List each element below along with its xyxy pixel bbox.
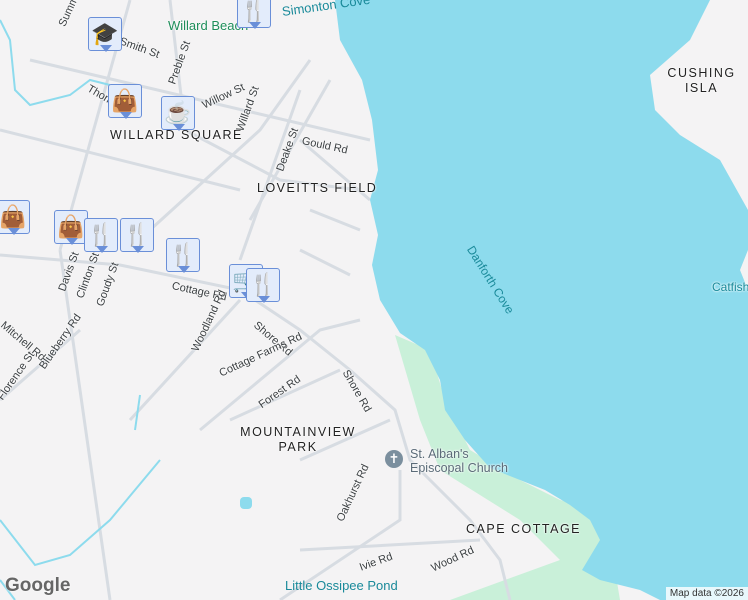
area-loveitts-field: LOVEITTS FIELD xyxy=(257,181,378,195)
pond xyxy=(240,497,252,509)
shopping-bag-icon: 👜 xyxy=(57,214,85,239)
area-cushing-island: CUSHING ISLA xyxy=(667,66,736,95)
shopping-pin[interactable]: 👜 xyxy=(0,200,30,235)
restaurant-icon: 🍴 xyxy=(249,272,277,297)
restaurant-pin[interactable]: 🍴 xyxy=(166,238,200,273)
restaurant-pin[interactable]: 🍴 xyxy=(237,0,271,29)
map-attribution[interactable]: Map data ©2026 xyxy=(665,587,748,600)
restaurant-icon: 🍴 xyxy=(240,0,268,23)
shopping-pin[interactable]: 👜 xyxy=(54,210,88,245)
water-label-little-ossipee-pond: Little Ossipee Pond xyxy=(285,578,398,593)
church-icon[interactable]: ✝ xyxy=(385,450,403,468)
google-logo: Google xyxy=(5,575,71,596)
shopping-pin[interactable]: 👜 xyxy=(108,84,142,119)
area-cape-cottage: CAPE COTTAGE xyxy=(466,522,582,536)
shopping-bag-icon: 👜 xyxy=(0,204,27,229)
poi-church[interactable]: St. Alban's Episcopal Church xyxy=(410,447,525,475)
poi-catfish: Catfish xyxy=(712,280,748,294)
restaurant-pin[interactable]: 🍴 xyxy=(246,268,280,303)
area-mountainview-park: MOUNTAINVIEW PARK xyxy=(240,425,356,454)
shopping-bag-icon: 👜 xyxy=(111,88,139,113)
school-pin[interactable]: 🎓 xyxy=(88,17,122,52)
restaurant-icon: 🍴 xyxy=(169,242,197,267)
restaurant-pin[interactable]: 🍴 xyxy=(84,218,118,253)
cafe-icon: ☕ xyxy=(164,100,192,125)
restaurant-pin[interactable]: 🍴 xyxy=(120,218,154,253)
school-icon: 🎓 xyxy=(91,21,119,46)
restaurant-icon: 🍴 xyxy=(87,222,115,247)
restaurant-icon: 🍴 xyxy=(123,222,151,247)
cafe-pin[interactable]: ☕ xyxy=(161,96,195,131)
